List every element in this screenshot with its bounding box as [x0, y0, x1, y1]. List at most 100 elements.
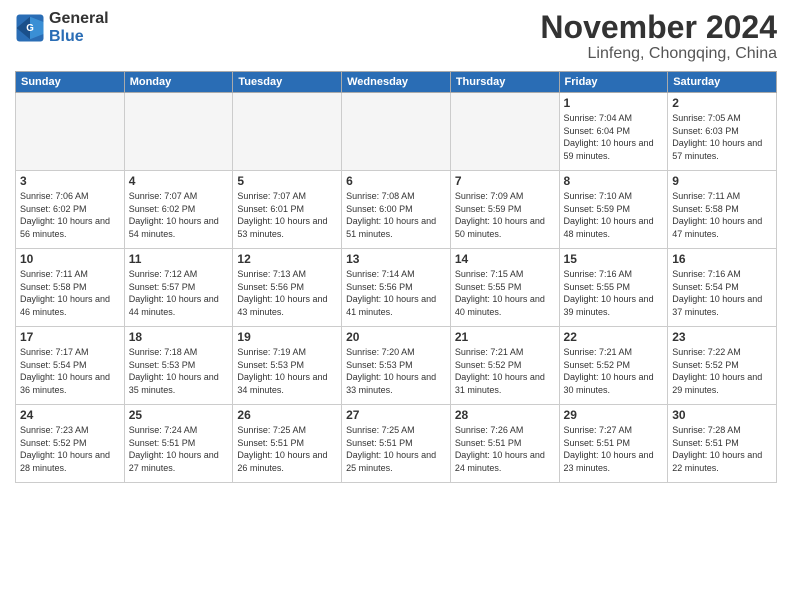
- day-number: 6: [346, 174, 446, 188]
- table-row: 7Sunrise: 7:09 AM Sunset: 5:59 PM Daylig…: [450, 171, 559, 249]
- day-info: Sunrise: 7:04 AM Sunset: 6:04 PM Dayligh…: [564, 112, 664, 162]
- week-row-3: 10 Sunrise: 7:11 AM Sunset: 5:58 PM Dayli…: [16, 249, 777, 327]
- day-number: 22: [564, 330, 664, 344]
- header-tuesday: Tuesday: [233, 72, 342, 93]
- week-row-2: 3 Sunrise: 7:06 AM Sunset: 6:02 PM Daylig…: [16, 171, 777, 249]
- location: Linfeng, Chongqing, China: [540, 45, 777, 63]
- day-info: Sunrise: 7:25 AM Sunset: 5:51 PM Dayligh…: [237, 424, 337, 474]
- day-number: 9: [672, 174, 772, 188]
- logo: G General Blue: [15, 10, 109, 45]
- day-number: 3: [20, 174, 120, 188]
- day-number: 13: [346, 252, 446, 266]
- header-saturday: Saturday: [668, 72, 777, 93]
- table-row: 21Sunrise: 7:21 AM Sunset: 5:52 PM Dayli…: [450, 327, 559, 405]
- table-row: 25 Sunrise: 7:24 AM Sunset: 5:51 PM Dayli…: [124, 405, 233, 483]
- day-info: Sunrise: 7:09 AM Sunset: 5:59 PM Dayligh…: [455, 190, 555, 240]
- day-number: 23: [672, 330, 772, 344]
- header-friday: Friday: [559, 72, 668, 93]
- table-row: 14 Sunrise: 7:15 AM Sunset: 5:55 PM Dayli…: [450, 249, 559, 327]
- day-info: Sunrise: 7:07 AM Sunset: 6:02 PM Dayligh…: [129, 190, 229, 240]
- day-info: Sunrise: 7:11 AM Sunset: 5:58 PM Dayligh…: [672, 190, 772, 240]
- day-number: 1: [564, 96, 664, 110]
- day-number: 17: [20, 330, 120, 344]
- day-info: Sunrise: 7:14 AM Sunset: 5:56 PM Dayligh…: [346, 268, 446, 318]
- table-row: 10 Sunrise: 7:11 AM Sunset: 5:58 PM Dayli…: [16, 249, 125, 327]
- week-row-4: 17 Sunrise: 7:17 AM Sunset: 5:54 PM Dayli…: [16, 327, 777, 405]
- header-thursday: Thursday: [450, 72, 559, 93]
- table-row: 12Sunrise: 7:13 AM Sunset: 5:56 PM Dayli…: [233, 249, 342, 327]
- week-row-5: 24Sunrise: 7:23 AM Sunset: 5:52 PM Dayli…: [16, 405, 777, 483]
- day-info: Sunrise: 7:26 AM Sunset: 5:51 PM Dayligh…: [455, 424, 555, 474]
- title-block: November 2024 Linfeng, Chongqing, China: [540, 10, 777, 63]
- day-info: Sunrise: 7:07 AM Sunset: 6:01 PM Dayligh…: [237, 190, 337, 240]
- logo-general-text: General: [49, 10, 109, 28]
- table-row: 22 Sunrise: 7:21 AM Sunset: 5:52 PM Dayli…: [559, 327, 668, 405]
- day-info: Sunrise: 7:06 AM Sunset: 6:02 PM Dayligh…: [20, 190, 120, 240]
- table-row: 6 Sunrise: 7:08 AM Sunset: 6:00 PM Daylig…: [342, 171, 451, 249]
- table-row: 28 Sunrise: 7:26 AM Sunset: 5:51 PM Dayli…: [450, 405, 559, 483]
- day-number: 24: [20, 408, 120, 422]
- day-number: 10: [20, 252, 120, 266]
- table-row: [233, 93, 342, 171]
- day-info: Sunrise: 7:16 AM Sunset: 5:55 PM Dayligh…: [564, 268, 664, 318]
- day-info: Sunrise: 7:08 AM Sunset: 6:00 PM Dayligh…: [346, 190, 446, 240]
- day-info: Sunrise: 7:11 AM Sunset: 5:58 PM Dayligh…: [20, 268, 120, 318]
- table-row: 29 Sunrise: 7:27 AM Sunset: 5:51 PM Dayli…: [559, 405, 668, 483]
- day-info: Sunrise: 7:16 AM Sunset: 5:54 PM Dayligh…: [672, 268, 772, 318]
- day-info: Sunrise: 7:25 AM Sunset: 5:51 PM Dayligh…: [346, 424, 446, 474]
- table-row: 16 Sunrise: 7:16 AM Sunset: 5:54 PM Dayli…: [668, 249, 777, 327]
- day-number: 4: [129, 174, 229, 188]
- day-number: 5: [237, 174, 337, 188]
- day-number: 8: [564, 174, 664, 188]
- table-row: 15 Sunrise: 7:16 AM Sunset: 5:55 PM Dayli…: [559, 249, 668, 327]
- table-row: 26 Sunrise: 7:25 AM Sunset: 5:51 PM Dayli…: [233, 405, 342, 483]
- day-number: 26: [237, 408, 337, 422]
- day-number: 14: [455, 252, 555, 266]
- table-row: 9 Sunrise: 7:11 AM Sunset: 5:58 PM Daylig…: [668, 171, 777, 249]
- table-row: 19 Sunrise: 7:19 AM Sunset: 5:53 PM Dayli…: [233, 327, 342, 405]
- day-number: 19: [237, 330, 337, 344]
- day-info: Sunrise: 7:15 AM Sunset: 5:55 PM Dayligh…: [455, 268, 555, 318]
- day-info: Sunrise: 7:21 AM Sunset: 5:52 PM Dayligh…: [455, 346, 555, 396]
- day-number: 20: [346, 330, 446, 344]
- day-info: Sunrise: 7:20 AM Sunset: 5:53 PM Dayligh…: [346, 346, 446, 396]
- week-row-1: 1 Sunrise: 7:04 AM Sunset: 6:04 PM Daylig…: [16, 93, 777, 171]
- day-number: 11: [129, 252, 229, 266]
- day-number: 15: [564, 252, 664, 266]
- header-monday: Monday: [124, 72, 233, 93]
- table-row: 30Sunrise: 7:28 AM Sunset: 5:51 PM Dayli…: [668, 405, 777, 483]
- day-info: Sunrise: 7:12 AM Sunset: 5:57 PM Dayligh…: [129, 268, 229, 318]
- day-info: Sunrise: 7:17 AM Sunset: 5:54 PM Dayligh…: [20, 346, 120, 396]
- day-number: 29: [564, 408, 664, 422]
- table-row: [342, 93, 451, 171]
- day-number: 16: [672, 252, 772, 266]
- table-row: 4 Sunrise: 7:07 AM Sunset: 6:02 PM Daylig…: [124, 171, 233, 249]
- table-row: 13 Sunrise: 7:14 AM Sunset: 5:56 PM Dayli…: [342, 249, 451, 327]
- table-row: 18 Sunrise: 7:18 AM Sunset: 5:53 PM Dayli…: [124, 327, 233, 405]
- page-header: G General Blue November 2024 Linfeng, Ch…: [15, 10, 777, 63]
- day-info: Sunrise: 7:24 AM Sunset: 5:51 PM Dayligh…: [129, 424, 229, 474]
- calendar: Sunday Monday Tuesday Wednesday Thursday…: [15, 71, 777, 483]
- svg-text:G: G: [26, 23, 34, 34]
- table-row: [16, 93, 125, 171]
- day-number: 25: [129, 408, 229, 422]
- header-sunday: Sunday: [16, 72, 125, 93]
- day-number: 28: [455, 408, 555, 422]
- month-title: November 2024: [540, 10, 777, 45]
- table-row: 27 Sunrise: 7:25 AM Sunset: 5:51 PM Dayli…: [342, 405, 451, 483]
- day-info: Sunrise: 7:21 AM Sunset: 5:52 PM Dayligh…: [564, 346, 664, 396]
- day-info: Sunrise: 7:22 AM Sunset: 5:52 PM Dayligh…: [672, 346, 772, 396]
- day-info: Sunrise: 7:10 AM Sunset: 5:59 PM Dayligh…: [564, 190, 664, 240]
- day-info: Sunrise: 7:27 AM Sunset: 5:51 PM Dayligh…: [564, 424, 664, 474]
- table-row: 2Sunrise: 7:05 AM Sunset: 6:03 PM Daylig…: [668, 93, 777, 171]
- day-info: Sunrise: 7:19 AM Sunset: 5:53 PM Dayligh…: [237, 346, 337, 396]
- table-row: 11 Sunrise: 7:12 AM Sunset: 5:57 PM Dayli…: [124, 249, 233, 327]
- day-info: Sunrise: 7:18 AM Sunset: 5:53 PM Dayligh…: [129, 346, 229, 396]
- table-row: 24Sunrise: 7:23 AM Sunset: 5:52 PM Dayli…: [16, 405, 125, 483]
- day-info: Sunrise: 7:28 AM Sunset: 5:51 PM Dayligh…: [672, 424, 772, 474]
- table-row: 20 Sunrise: 7:20 AM Sunset: 5:53 PM Dayli…: [342, 327, 451, 405]
- day-number: 18: [129, 330, 229, 344]
- day-number: 27: [346, 408, 446, 422]
- table-row: 8 Sunrise: 7:10 AM Sunset: 5:59 PM Daylig…: [559, 171, 668, 249]
- day-number: 12: [237, 252, 337, 266]
